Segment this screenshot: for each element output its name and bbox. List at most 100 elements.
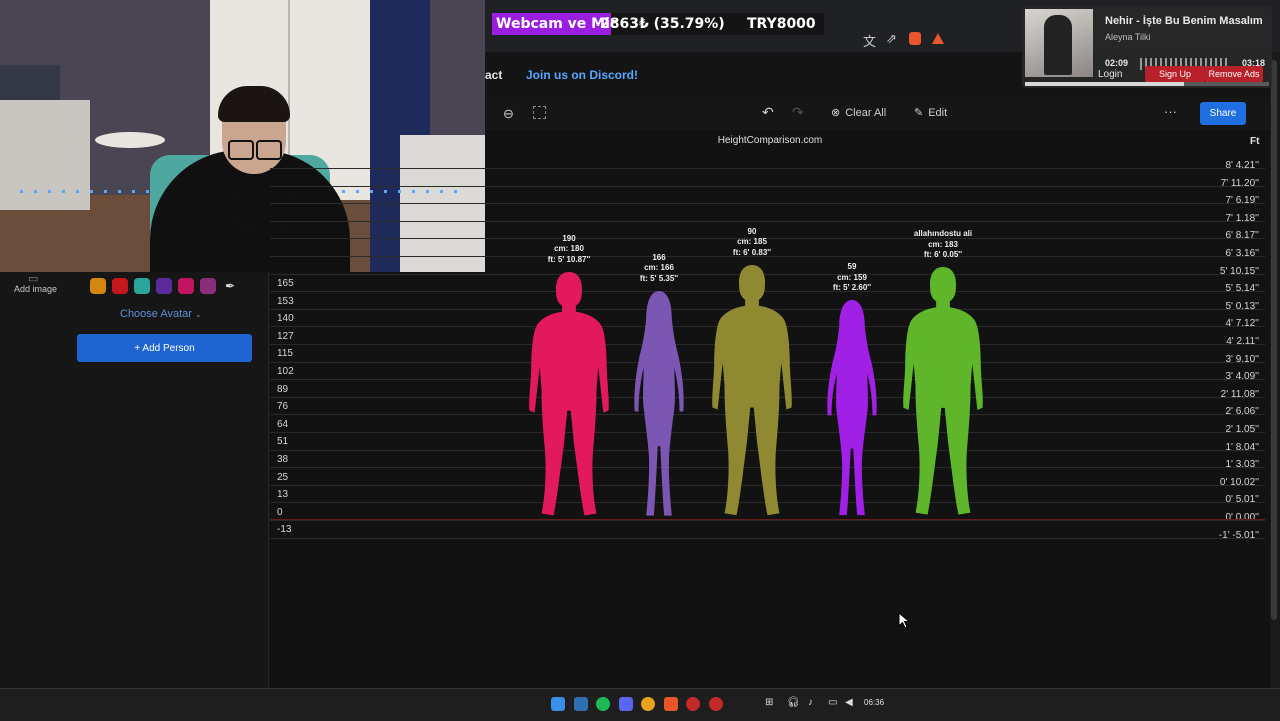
windows-start-icon[interactable] — [551, 697, 565, 711]
signup-button[interactable]: Sign Up — [1145, 66, 1205, 82]
remove-ads-button[interactable]: Remove Ads — [1205, 66, 1263, 82]
chart-title: HeightComparison.com — [717, 135, 823, 146]
ft-tick-label: 5' 0.13'' — [1225, 300, 1259, 312]
color-swatch[interactable] — [200, 278, 216, 294]
headphones-icon[interactable]: 🎧︎ — [787, 697, 800, 708]
gridline — [270, 185, 1265, 187]
translate-icon[interactable]: 文 — [863, 31, 876, 50]
clear-all-label: Clear All — [845, 106, 887, 119]
person-height-ft: ft: 5' 2.60'' — [832, 283, 872, 293]
cm-tick-label: 0 — [277, 506, 283, 518]
track-title: Nehir - İşte Bu Benim Masalım — [1105, 15, 1263, 27]
zoom-out-icon[interactable]: ⊖ — [503, 106, 514, 122]
brave-rewards-icon[interactable] — [932, 33, 944, 44]
ft-tick-label: 4' 2.11'' — [1226, 336, 1259, 347]
cm-tick-label: 13 — [277, 489, 289, 501]
track-artist: Aleyna Tilki — [1105, 32, 1151, 42]
person-height-ft: ft: 6' 0.05'' — [923, 250, 963, 260]
redo-icon[interactable]: ↷ — [792, 104, 804, 121]
ft-tick-label: 1' 8.04'' — [1225, 441, 1259, 453]
share-button[interactable]: Share — [1200, 102, 1246, 125]
brave-icon[interactable] — [663, 697, 678, 711]
scrollbar-thumb[interactable] — [1271, 60, 1277, 620]
cm-tick-label: 76 — [277, 401, 289, 413]
ft-tick-label: 2' 11.08'' — [1220, 388, 1259, 400]
eyedropper-icon[interactable]: ✒ — [225, 279, 235, 293]
display-icon[interactable]: ▭ — [828, 697, 837, 708]
person-silhouette[interactable] — [526, 271, 612, 520]
login-link[interactable]: Login — [1098, 69, 1122, 80]
cm-tick-label: -13 — [277, 524, 292, 536]
person-height-ft: ft: 5' 10.87'' — [547, 254, 591, 264]
person-name: 59 — [847, 262, 857, 272]
cm-tick-label: 102 — [277, 366, 294, 377]
chevron-down-icon: ⌄ — [195, 310, 202, 319]
webcam-overlay — [0, 0, 485, 272]
person-silhouette[interactable] — [820, 300, 884, 519]
share-icon[interactable]: ⇗ — [886, 31, 897, 47]
cm-tick-label: 38 — [277, 454, 289, 465]
ft-tick-label: 7' 1.18'' — [1225, 212, 1259, 224]
app-icon[interactable] — [686, 697, 700, 711]
person-height-ft: ft: 5' 5.35'' — [639, 273, 679, 283]
taskbar-clock[interactable]: 06:36 — [864, 698, 884, 707]
color-swatch[interactable] — [90, 278, 106, 294]
cm-tick-label: 64 — [277, 418, 289, 430]
ft-tick-label: 6' 3.16'' — [1225, 248, 1259, 259]
edit-button[interactable]: ✎ Edit — [914, 106, 948, 120]
ft-tick-label: 2' 1.05'' — [1225, 424, 1259, 435]
ft-tick-label: 1' 3.03'' — [1225, 459, 1259, 471]
ft-tick-label: 4' 7.12'' — [1225, 318, 1259, 330]
ft-tick-label: 3' 9.10'' — [1225, 353, 1259, 365]
chrome-icon[interactable] — [641, 697, 655, 711]
ft-tick-label: 0' 0.00'' — [1225, 512, 1259, 523]
color-swatch[interactable] — [134, 278, 150, 294]
donation-amount: 2863₺ (35.79%) — [600, 16, 725, 32]
taskbar — [0, 688, 1280, 721]
widgets-icon[interactable]: ⊞ — [765, 697, 773, 708]
more-options-icon[interactable]: ··· — [1164, 104, 1177, 119]
brave-shield-icon[interactable] — [909, 32, 921, 45]
edit-label: Edit — [928, 106, 948, 119]
fit-screen-icon[interactable] — [533, 106, 546, 119]
undo-icon[interactable]: ↶ — [762, 104, 774, 121]
person-label: 166 cm: 166 ft: 5' 5.35'' — [609, 253, 709, 285]
cm-tick-label: 51 — [277, 436, 289, 448]
person-label: allahındostu ali cm: 183 ft: 6' 0.05'' — [893, 229, 993, 261]
cm-tick-label: 140 — [277, 313, 294, 325]
gridline — [270, 168, 1265, 169]
spotify-icon[interactable] — [596, 697, 610, 711]
person-name: 90 — [747, 226, 757, 236]
discord-icon[interactable] — [618, 697, 633, 711]
ft-tick-label: 7' 6.19'' — [1225, 195, 1259, 207]
person-label: 90 cm: 185 ft: 6' 0.83'' — [702, 227, 802, 259]
add-person-button[interactable]: + Add Person — [77, 334, 252, 362]
clear-all-button[interactable]: ⊗ Clear All — [831, 106, 887, 120]
ft-tick-label: 8' 4.21'' — [1225, 160, 1259, 171]
gridline — [270, 220, 1265, 222]
nav-contact[interactable]: act — [485, 68, 502, 82]
volume-icon[interactable]: ◀︎ — [845, 697, 853, 708]
person-silhouette[interactable] — [900, 267, 986, 519]
person-silhouette[interactable] — [627, 290, 691, 519]
album-art-figure — [1044, 15, 1072, 75]
settings-icon[interactable] — [573, 697, 588, 711]
cm-tick-label: 25 — [277, 471, 289, 483]
discord-link[interactable]: Join us on Discord! — [526, 68, 638, 82]
microphone-icon[interactable]: ♪ — [808, 697, 813, 708]
gridline — [270, 203, 1265, 205]
ft-tick-label: 0' 10.02'' — [1219, 476, 1259, 488]
color-swatch[interactable] — [156, 278, 172, 294]
add-image-label[interactable]: Add image — [14, 284, 57, 294]
app-icon-2[interactable] — [708, 697, 723, 711]
color-swatch[interactable] — [112, 278, 128, 294]
choose-avatar-label: Choose Avatar — [120, 308, 192, 320]
ft-tick-label: 5' 5.14'' — [1225, 283, 1259, 295]
cm-tick-label: 153 — [277, 295, 294, 307]
choose-avatar-dropdown[interactable]: Choose Avatar ⌄ — [120, 308, 202, 320]
person-silhouette[interactable] — [709, 264, 795, 519]
color-swatch[interactable] — [178, 278, 194, 294]
cm-tick-label: 115 — [277, 348, 293, 360]
ft-tick-label: 5' 10.15'' — [1219, 265, 1259, 277]
ft-unit-label: Ft — [1250, 136, 1260, 147]
